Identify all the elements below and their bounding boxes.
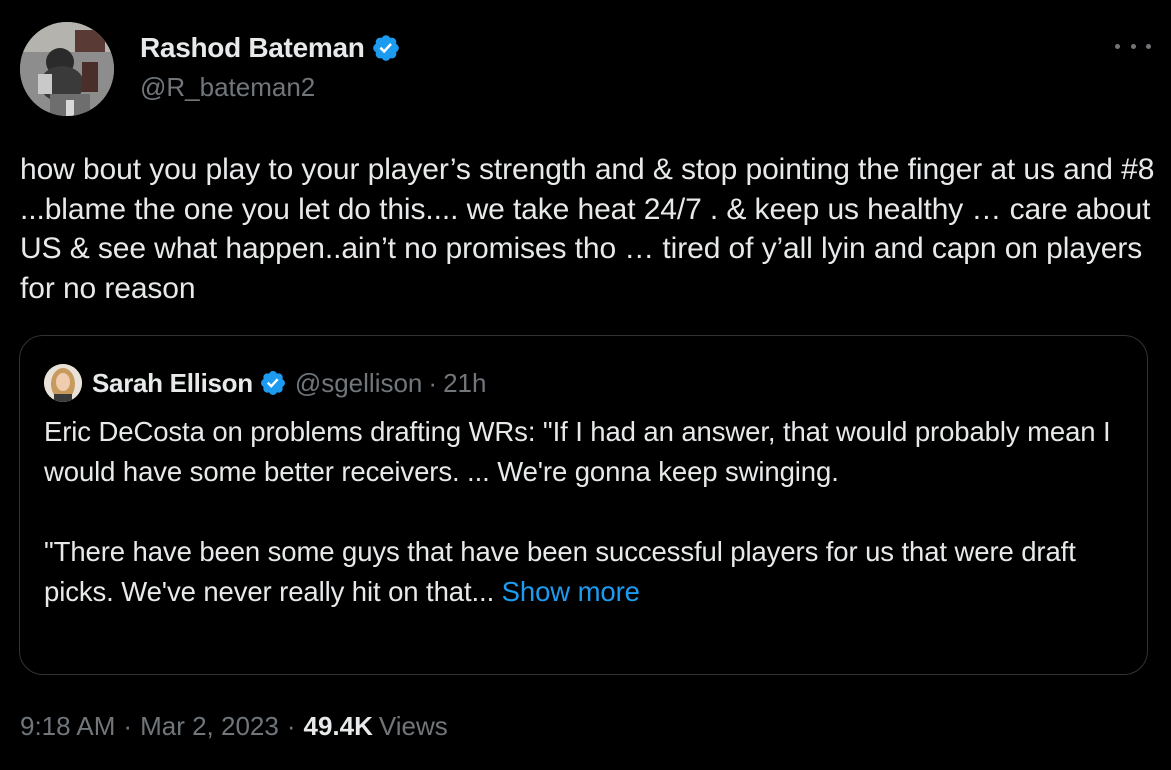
- tweet-time[interactable]: 9:18 AM: [20, 711, 115, 742]
- quoted-timestamp[interactable]: 21h: [443, 368, 486, 399]
- quoted-tweet-card[interactable]: Sarah Ellison @sgellison · 21h Eric DeCo…: [19, 335, 1148, 675]
- tweet-date[interactable]: Mar 2, 2023: [140, 711, 279, 742]
- more-dot: [1130, 43, 1136, 49]
- author-avatar[interactable]: [20, 22, 114, 116]
- author-handle[interactable]: @R_bateman2: [140, 72, 315, 103]
- quoted-tweet-text: Eric DeCosta on problems drafting WRs: "…: [44, 412, 1124, 612]
- more-options-icon[interactable]: [1115, 34, 1151, 58]
- tweet-text: how bout you play to your player’s stren…: [20, 153, 1163, 305]
- quoted-author-avatar[interactable]: [44, 364, 82, 402]
- meta-separator: ·: [123, 711, 133, 741]
- show-more-link[interactable]: Show more: [502, 576, 640, 607]
- author-name[interactable]: Rashod Bateman: [140, 32, 365, 64]
- author-name-row[interactable]: Rashod Bateman: [140, 30, 401, 66]
- quoted-author-name[interactable]: Sarah Ellison: [92, 368, 253, 399]
- views-label: Views: [378, 711, 448, 741]
- quoted-tweet-header: Sarah Ellison @sgellison · 21h: [44, 363, 486, 403]
- verified-badge-icon: [371, 33, 401, 63]
- more-dot: [1115, 43, 1120, 49]
- more-dot: [1146, 43, 1151, 49]
- quoted-author-handle[interactable]: @sgellison: [295, 368, 423, 399]
- tweet-meta: 9:18 AM · Mar 2, 2023 · 49.4K Views: [20, 711, 448, 742]
- views-count: 49.4K: [303, 711, 373, 741]
- meta-separator: ·: [286, 711, 296, 741]
- quoted-separator: ·: [428, 367, 438, 398]
- verified-badge-icon: [259, 369, 287, 397]
